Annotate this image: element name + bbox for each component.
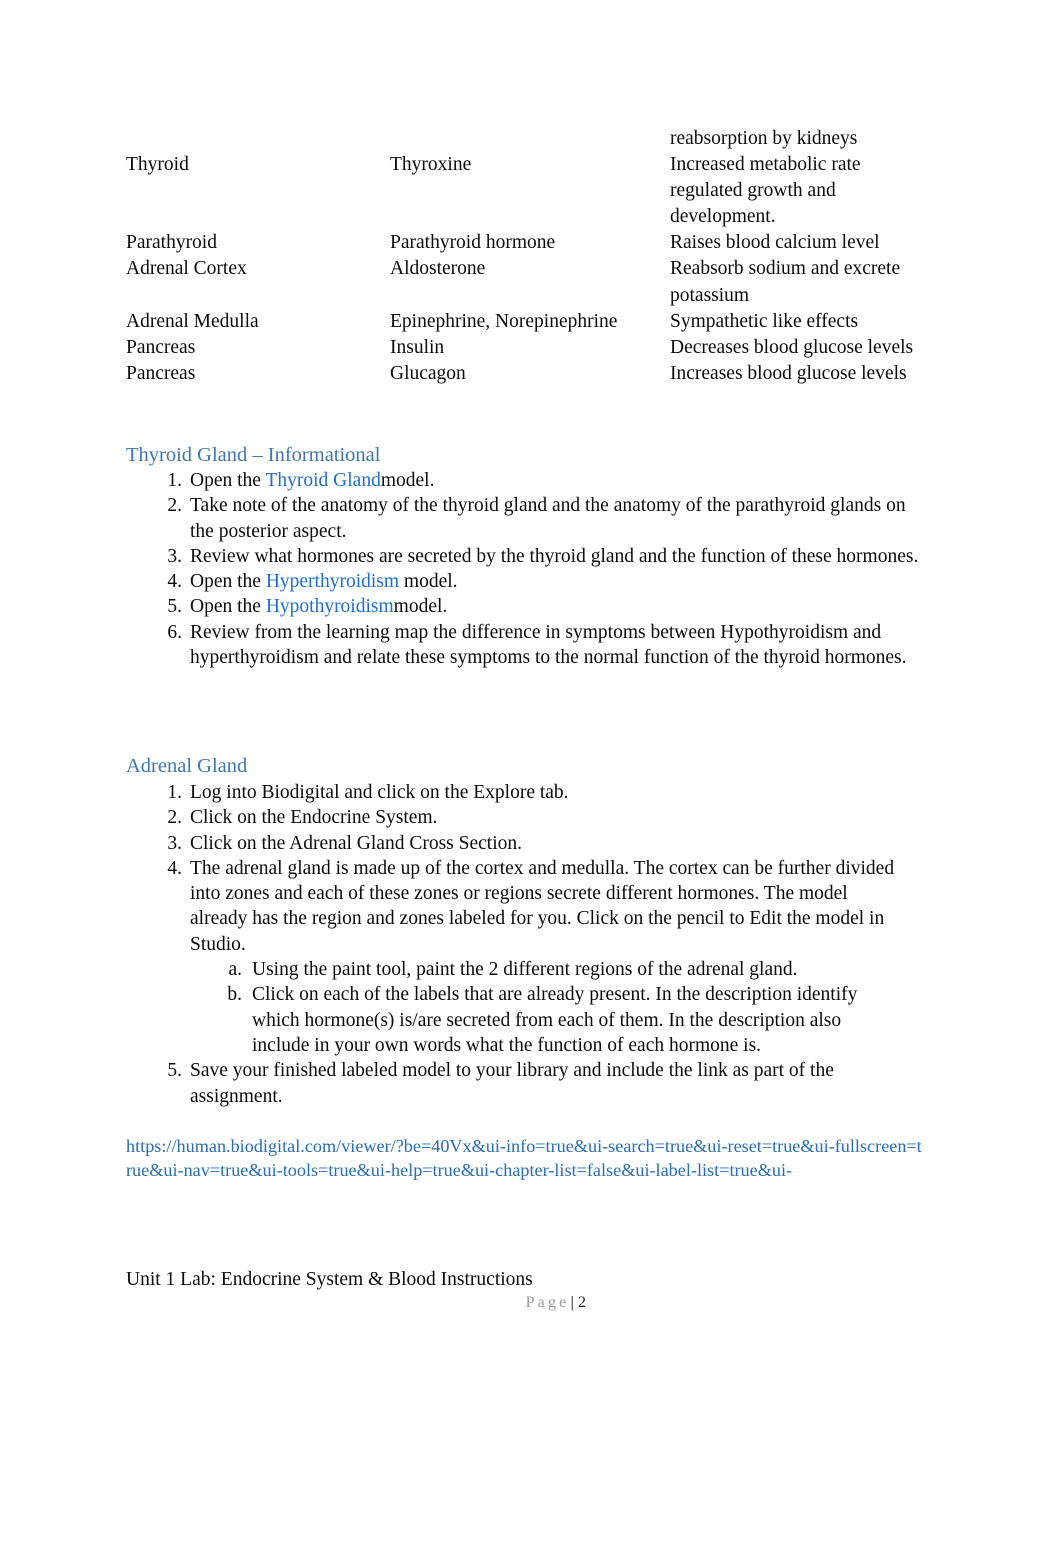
table-body: reabsorption by kidneys Thyroid Thyroxin…: [126, 126, 916, 387]
thyroid-gland-link[interactable]: Thyroid Gland: [265, 470, 380, 491]
cell-effect: Reabsorb sodium and excrete potassium: [670, 258, 901, 306]
list-marker: 1.: [167, 470, 182, 491]
list-item: 4. The adrenal gland is made up of the co…: [126, 856, 896, 1058]
list-marker: 4.: [167, 857, 182, 879]
thyroid-section-heading: Thyroid Gland – Informational: [126, 444, 381, 466]
cell-effect: Sympathetic like effects: [670, 310, 859, 332]
cell-effect: Raises blood calcium level: [670, 232, 880, 254]
table-row: Thyroid Thyroxine Increased metabolic ra…: [126, 152, 916, 230]
list-marker: 1.: [167, 782, 182, 803]
list-item-text-post: model.: [399, 571, 458, 593]
footer-page-value: 2: [578, 1294, 586, 1311]
document-page: reabsorption by kidneys Thyroid Thyroxin…: [0, 0, 1062, 1561]
cell-hormone: Parathyroid hormone: [390, 232, 556, 254]
table-row: Parathyroid Parathyroid hormone Raises b…: [126, 230, 916, 256]
list-item-text: Review what hormones are secreted by the…: [190, 545, 919, 567]
cell-hormone: Epinephrine, Norepinephrine: [390, 310, 618, 332]
list-marker: 3.: [167, 545, 182, 567]
list-item-text-pre: Open the: [190, 596, 266, 618]
sub-list-item: a. Using the paint tool, paint the 2 diff…: [190, 957, 896, 982]
gland-hormone-table: reabsorption by kidneys Thyroid Thyroxin…: [126, 126, 916, 387]
list-item-text: Click on the Endocrine System.: [190, 807, 438, 829]
adrenal-section-heading: Adrenal Gland: [126, 755, 248, 777]
list-item-text-pre: Open the: [190, 470, 266, 491]
list-item-text: Take note of the anatomy of the thyroid …: [190, 495, 906, 542]
list-marker: 4.: [167, 571, 182, 593]
cell-gland: Parathyroid: [126, 232, 217, 254]
cell-hormone: Thyroxine: [390, 154, 472, 176]
sub-list-item-text: Click on each of the labels that are alr…: [252, 984, 858, 1056]
list-item-text: Click on the Adrenal Gland Cross Section…: [190, 832, 522, 854]
cell-hormone: Glucagon: [390, 362, 466, 384]
list-item: 2. Take note of the anatomy of the thyroi…: [126, 493, 926, 544]
sub-list-marker: a.: [228, 959, 242, 981]
table-row: Adrenal Medulla Epinephrine, Norepinephr…: [126, 309, 916, 335]
thyroid-instruction-list: 1. Open the Thyroid Glandmodel. 2. Take no…: [126, 468, 926, 670]
list-item-text: Log into Biodigital and click on the Exp…: [190, 782, 569, 803]
sub-list-item: b. Click on each of the labels that are a…: [190, 982, 896, 1058]
cell-effect: reabsorption by kidneys: [670, 128, 858, 149]
cell-hormone: Aldosterone: [390, 258, 486, 280]
list-item: 1. Log into Biodigital and click on the E…: [126, 780, 896, 805]
footer-document-title: Unit 1 Lab: Endocrine System & Blood Ins…: [126, 1269, 533, 1290]
list-item-text-post: model.: [380, 470, 435, 491]
table-row: Pancreas Glucagon Increases blood glucos…: [126, 361, 916, 387]
hypothyroidism-link[interactable]: Hypothyroidism: [266, 596, 394, 617]
list-item: 1. Open the Thyroid Glandmodel.: [126, 468, 926, 493]
cell-effect: Increased metabolic rate regulated growt…: [670, 154, 861, 228]
list-item: 4. Open the Hyperthyroidism model.: [126, 569, 926, 594]
list-item: 6. Review from the learning map the diffe…: [126, 620, 926, 671]
cell-hormone: [390, 126, 670, 152]
table-row: reabsorption by kidneys: [126, 126, 916, 152]
sub-list-item-text: Using the paint tool, paint the 2 differ…: [252, 959, 798, 981]
footer-page-separator: |: [570, 1294, 574, 1311]
list-item-text: Save your finished labeled model to your…: [190, 1060, 834, 1107]
list-item-text-pre: Open the: [190, 571, 266, 593]
list-item: 3. Click on the Adrenal Gland Cross Secti…: [126, 831, 896, 856]
hyperthyroidism-link[interactable]: Hyperthyroidism: [266, 571, 399, 592]
footer-page-label: Page: [525, 1294, 570, 1311]
list-marker: 2.: [167, 807, 182, 829]
list-item: 3. Review what hormones are secreted by t…: [126, 544, 926, 569]
biodigital-viewer-url[interactable]: https://human.biodigital.com/viewer/?be=…: [126, 1135, 926, 1182]
adrenal-sub-list: a. Using the paint tool, paint the 2 diff…: [190, 957, 896, 1058]
adrenal-instruction-list: 1. Log into Biodigital and click on the E…: [126, 780, 896, 1109]
cell-gland: Adrenal Cortex: [126, 258, 247, 280]
table-row: Pancreas Insulin Decreases blood glucose…: [126, 335, 916, 361]
list-item-text: The adrenal gland is made up of the cort…: [190, 857, 895, 955]
list-marker: 3.: [167, 832, 182, 854]
sub-list-marker: b.: [227, 984, 242, 1006]
list-item: 5. Open the Hypothyroidismmodel.: [126, 594, 926, 619]
cell-gland: Adrenal Medulla: [126, 310, 259, 332]
cell-gland: Pancreas: [126, 362, 196, 384]
cell-gland: Pancreas: [126, 336, 196, 358]
table-row: Adrenal Cortex Aldosterone Reabsorb sodi…: [126, 256, 916, 308]
list-item: 2. Click on the Endocrine System.: [126, 805, 896, 830]
list-item-text: Review from the learning map the differe…: [190, 621, 907, 669]
cell-effect: Increases blood glucose levels: [670, 362, 907, 384]
footer-page-number: Page| 2: [126, 1292, 586, 1314]
list-marker: 5.: [167, 1060, 182, 1082]
list-marker: 2.: [167, 495, 182, 517]
list-marker: 5.: [167, 596, 182, 618]
cell-gland: [126, 126, 390, 152]
cell-gland: Thyroid: [126, 154, 189, 176]
cell-hormone: Insulin: [390, 336, 445, 358]
list-item-text-post: model.: [393, 596, 448, 618]
list-item: 5. Save your finished labeled model to yo…: [126, 1058, 896, 1109]
cell-effect: Decreases blood glucose levels: [670, 336, 914, 358]
list-marker: 6.: [167, 621, 182, 643]
